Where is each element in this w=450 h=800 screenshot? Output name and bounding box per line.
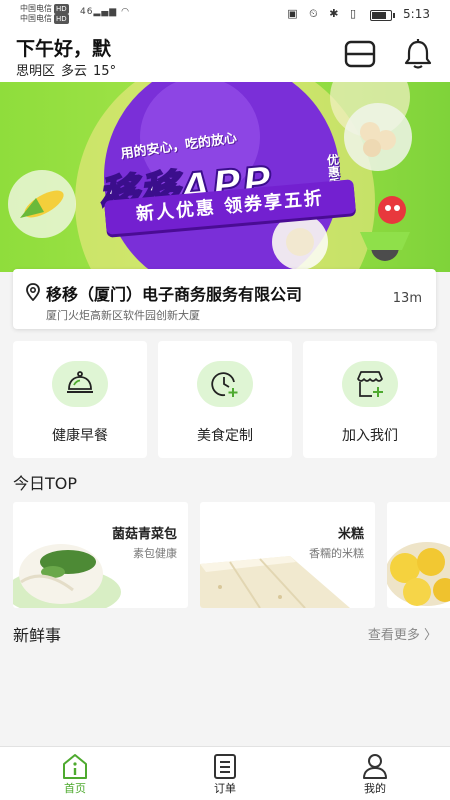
tile-label: 加入我们 (342, 428, 398, 444)
promo-banner[interactable]: 用的安心，吃的放心 移移APP 优惠季 新人优惠 领券享五折 (0, 82, 450, 272)
pastry-image (387, 542, 450, 606)
tab-orders[interactable]: 订单 (175, 747, 275, 800)
store-distance: 13m (392, 291, 422, 306)
product-desc: 香糯的米糕 (309, 547, 364, 560)
greeting: 下午好，默 (16, 38, 112, 60)
tile-label: 美食定制 (197, 428, 253, 444)
system-icons: ▣ ⏲ ✱ ▯ (287, 7, 360, 20)
tile-icon-bg (342, 361, 398, 407)
store-card[interactable]: 移移（厦门）电子商务服务有限公司 厦门火炬高新区软件园创新大厦 13m (13, 269, 436, 329)
product-card[interactable]: 米糕 香糯的米糕 (200, 502, 375, 608)
signal-icon: 46▂▄▆ ◠ (80, 7, 130, 17)
tab-orders-label: 订单 (214, 782, 236, 795)
chevron-right-icon: 〉 (423, 628, 437, 643)
location-weather: 思明区 多云 15° (16, 60, 122, 79)
cloche-icon (67, 371, 93, 393)
view-more-link[interactable]: 查看更多 〉 (368, 624, 437, 643)
network-type: 46 (80, 7, 94, 17)
battery-icon (370, 10, 395, 21)
hd-badge: HD (54, 14, 69, 24)
user-icon (363, 754, 387, 779)
header: 下午好，默 思明区 多云 15° (0, 30, 450, 82)
clock-plus-icon (211, 372, 238, 397)
product-name: 米糕 (337, 527, 364, 542)
bottom-tab-bar: 首页 订单 我的 (0, 746, 450, 800)
tab-home-label: 首页 (64, 782, 86, 795)
today-top-title: 今日TOP (13, 474, 78, 493)
product-card[interactable]: 菌菇青菜包 素包健康 (13, 502, 188, 608)
carrier-info: 中国电信 HD 中国电信 HD (20, 4, 69, 24)
clock: 5:13 (403, 7, 430, 21)
home-icon (63, 754, 87, 779)
scan-icon[interactable] (344, 39, 376, 69)
tile-label: 健康早餐 (52, 428, 108, 444)
store-address: 厦门火炬高新区软件园创新大厦 (46, 309, 200, 322)
orders-icon (214, 754, 236, 779)
tile-icon-bg (52, 361, 108, 407)
district: 思明区 (16, 64, 56, 79)
location-pin-icon (26, 283, 40, 301)
store-name: 移移（厦门）电子商务服务有限公司 (46, 285, 303, 304)
product-name: 菌菇青菜包 (111, 527, 177, 542)
product-desc: 素包健康 (133, 547, 177, 560)
carrier-1: 中国电信 (20, 4, 52, 13)
bell-icon[interactable] (402, 38, 434, 70)
news-title: 新鲜事 (13, 626, 62, 645)
hd-badge: HD (54, 4, 69, 14)
service-tile-breakfast[interactable]: 健康早餐 (13, 341, 147, 458)
weather-text: 多云 (61, 64, 88, 79)
service-tile-custom[interactable]: 美食定制 (158, 341, 292, 458)
store-plus-icon (357, 371, 383, 397)
service-tile-join[interactable]: 加入我们 (303, 341, 437, 458)
tile-icon-bg (197, 361, 253, 407)
status-bar: 中国电信 HD 中国电信 HD 46▂▄▆ ◠ ▣ ⏲ ✱ ▯ 5:13 (0, 0, 450, 30)
tab-home[interactable]: 首页 (25, 747, 125, 800)
battery-fill (372, 12, 386, 19)
product-card[interactable] (387, 502, 450, 608)
tab-mine-label: 我的 (364, 782, 386, 795)
carrier-2: 中国电信 (20, 14, 52, 23)
temperature: 15° (93, 64, 117, 79)
view-more-label: 查看更多 (367, 628, 420, 643)
tab-mine[interactable]: 我的 (325, 747, 425, 800)
